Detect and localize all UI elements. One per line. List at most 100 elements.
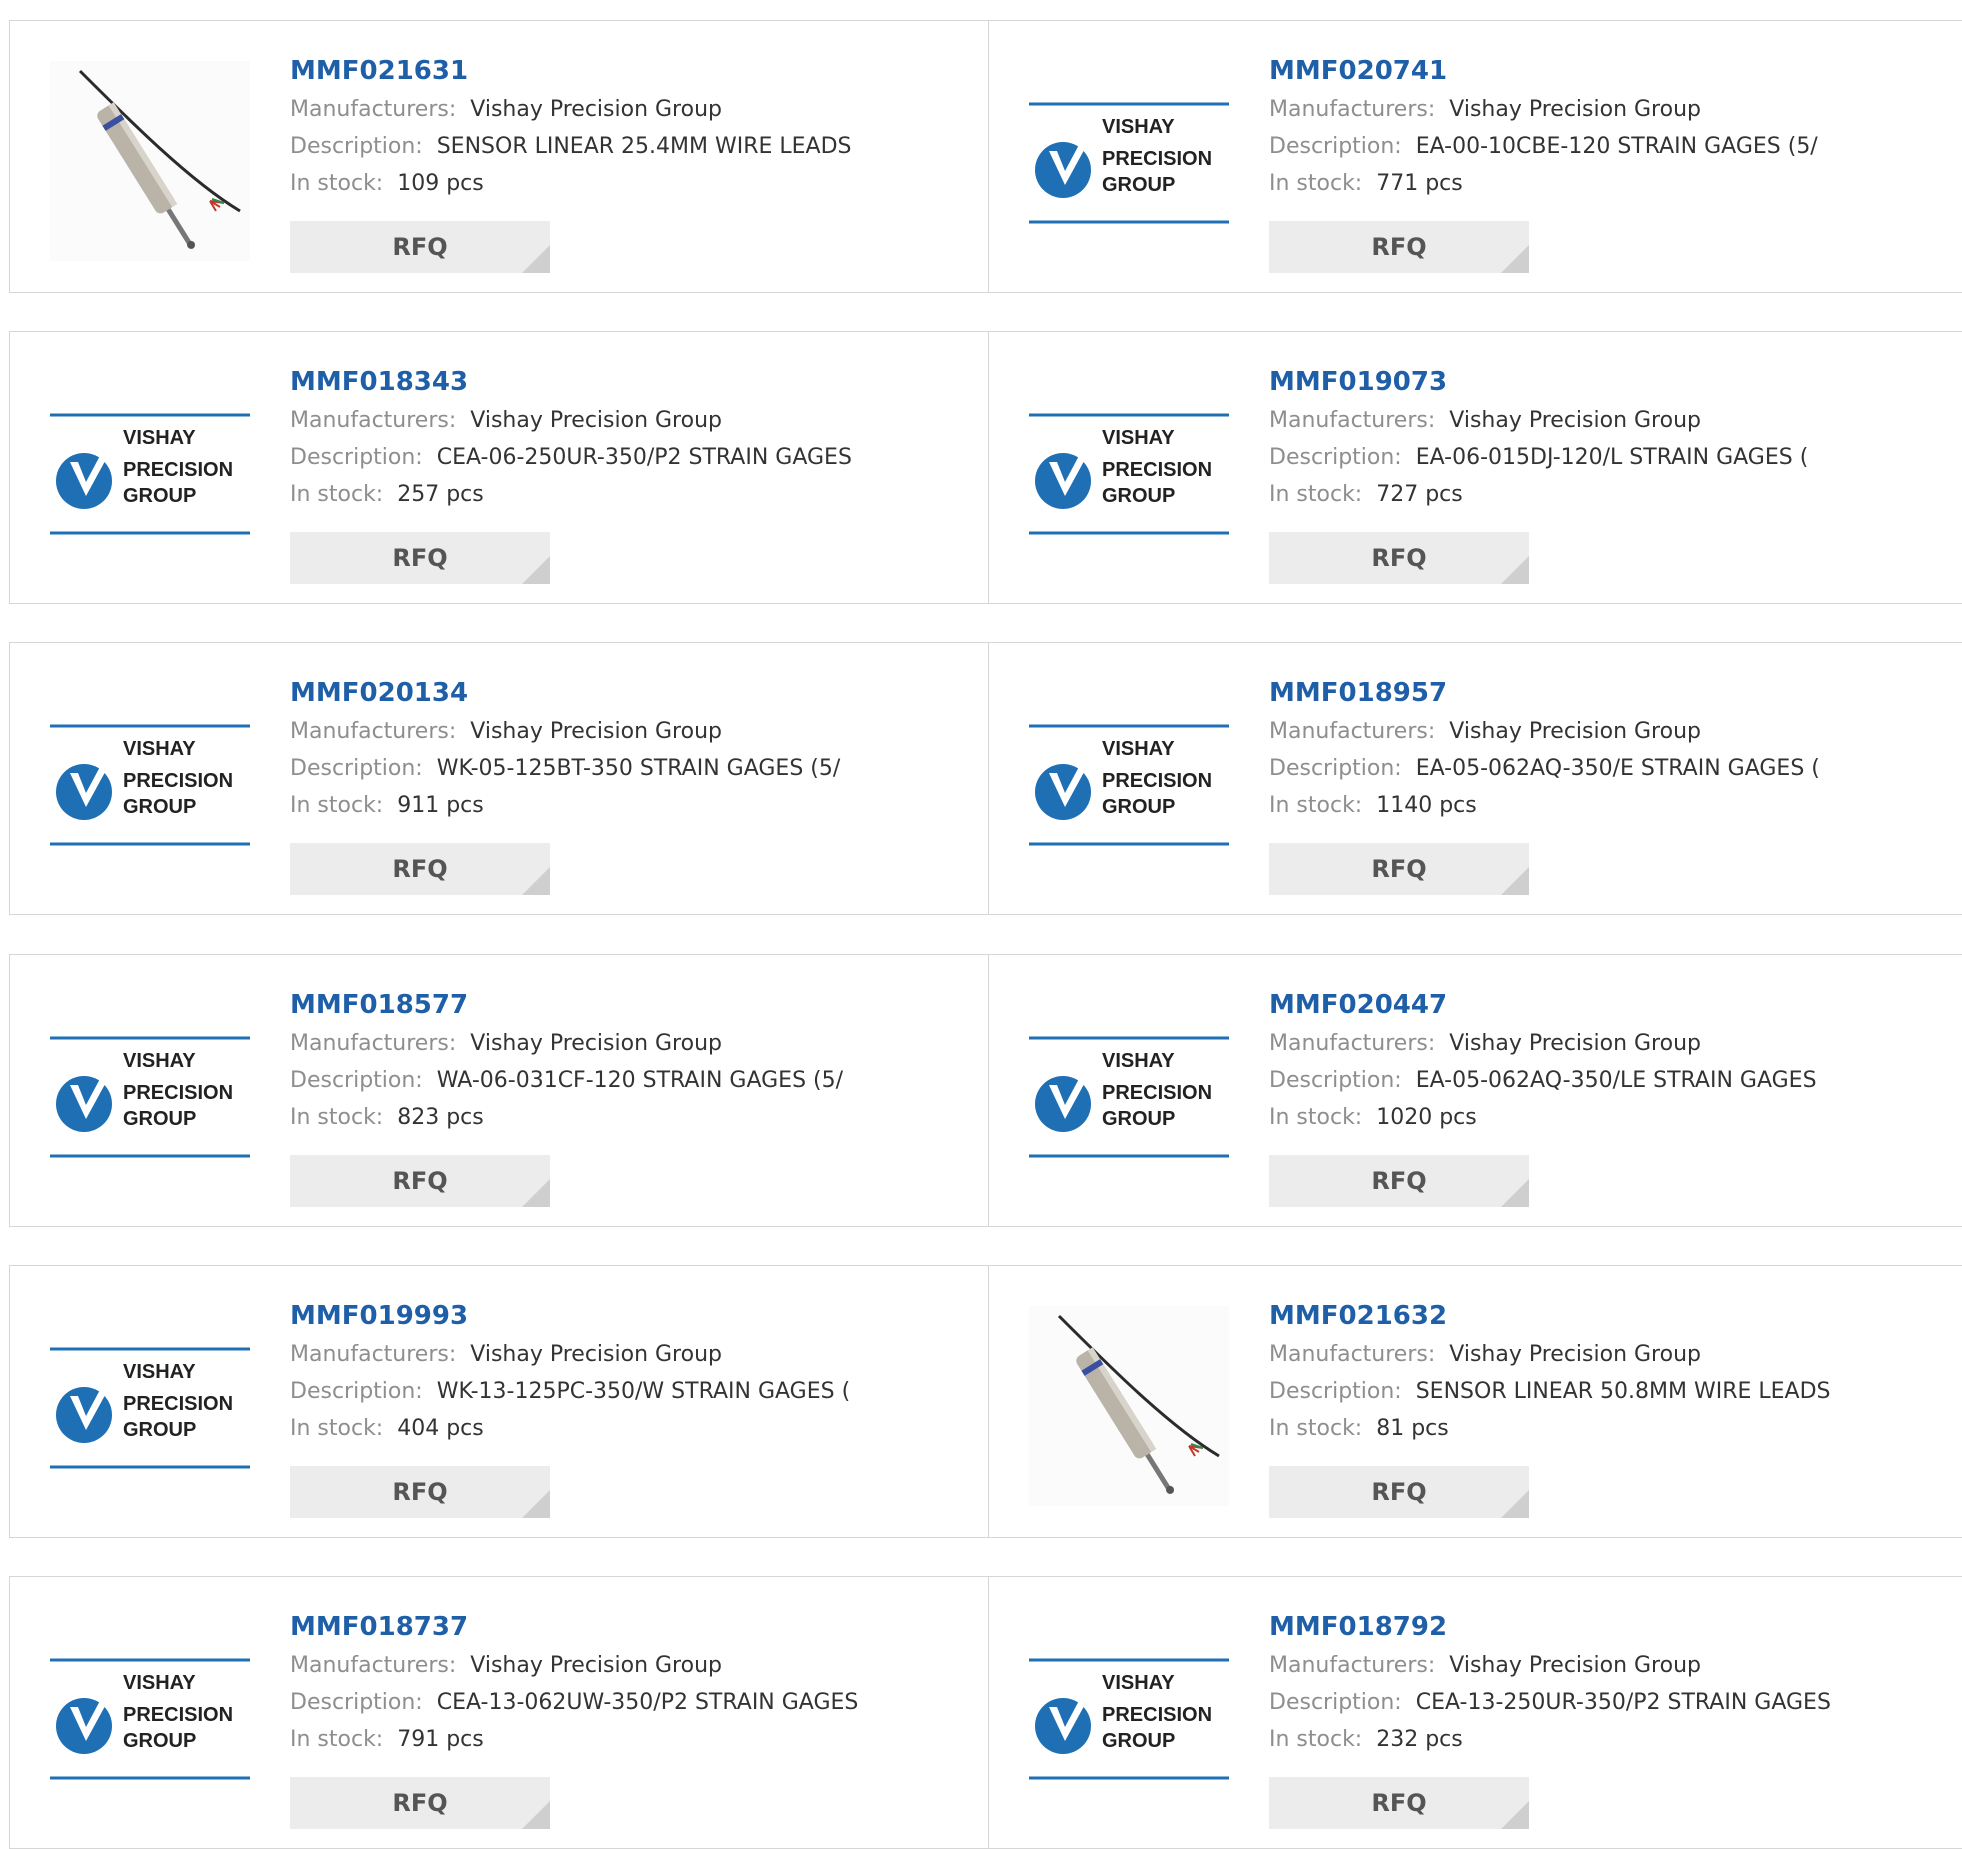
rfq-button[interactable]: RFQ — [1269, 1777, 1529, 1829]
product-card: VISHAY PRECISION GROUP MMF020741 Manufac… — [988, 21, 1962, 292]
description-value: SENSOR LINEAR 25.4MM WIRE LEADS — [436, 134, 852, 159]
vishay-logo-icon: VISHAY PRECISION GROUP — [1029, 372, 1229, 572]
part-number-link[interactable]: MMF020741 — [1269, 51, 1818, 91]
product-info: MMF020134 Manufacturers: Vishay Precisio… — [290, 673, 840, 824]
product-image[interactable] — [50, 61, 250, 261]
vishay-logo-icon: VISHAY PRECISION GROUP — [50, 683, 250, 883]
product-info: MMF018577 Manufacturers: Vishay Precisio… — [290, 985, 843, 1136]
rfq-button[interactable]: RFQ — [290, 1155, 550, 1207]
manufacturer-value: Vishay Precision Group — [470, 719, 722, 744]
rfq-button[interactable]: RFQ — [290, 1466, 550, 1518]
product-row: VISHAY PRECISION GROUP MMF018577 Manufac… — [9, 954, 1962, 1227]
product-image[interactable]: VISHAY PRECISION GROUP — [50, 683, 250, 883]
manufacturer-value: Vishay Precision Group — [470, 1031, 722, 1056]
stock-label: In stock: — [1269, 793, 1363, 818]
product-image[interactable]: VISHAY PRECISION GROUP — [1029, 61, 1229, 261]
product-image[interactable]: VISHAY PRECISION GROUP — [50, 1306, 250, 1506]
description-label: Description: — [1269, 756, 1402, 781]
description-line: Description: CEA-06-250UR-350/P2 STRAIN … — [290, 439, 852, 476]
stock-label: In stock: — [290, 1727, 384, 1752]
manufacturer-label: Manufacturers: — [1269, 408, 1436, 433]
logo-text-vishay: VISHAY — [123, 1672, 196, 1694]
part-number-link[interactable]: MMF018343 — [290, 362, 852, 402]
product-info: MMF019993 Manufacturers: Vishay Precisio… — [290, 1296, 850, 1447]
stock-line: In stock: 404 pcs — [290, 1410, 850, 1447]
part-number-link[interactable]: MMF019993 — [290, 1296, 850, 1336]
logo-text-vishay: VISHAY — [123, 427, 196, 449]
logo-text-precision: PRECISION — [1102, 1082, 1212, 1104]
stock-line: In stock: 823 pcs — [290, 1099, 843, 1136]
vishay-logo-icon: VISHAY PRECISION GROUP — [50, 1306, 250, 1506]
description-label: Description: — [290, 445, 423, 470]
corner-triangle-icon — [522, 1179, 550, 1207]
rfq-button[interactable]: RFQ — [290, 843, 550, 895]
rfq-button[interactable]: RFQ — [1269, 1155, 1529, 1207]
part-number-link[interactable]: MMF020134 — [290, 673, 840, 713]
product-image[interactable]: VISHAY PRECISION GROUP — [50, 1617, 250, 1817]
logo-text-vishay: VISHAY — [1102, 1050, 1175, 1072]
rfq-label: RFQ — [1371, 233, 1427, 261]
rfq-button[interactable]: RFQ — [290, 532, 550, 584]
part-number-link[interactable]: MMF020447 — [1269, 985, 1817, 1025]
logo-text-vishay: VISHAY — [1102, 427, 1175, 449]
description-label: Description: — [290, 1690, 423, 1715]
description-line: Description: EA-06-015DJ-120/L STRAIN GA… — [1269, 439, 1808, 476]
stock-value: 1020 pcs — [1376, 1105, 1477, 1130]
product-row: VISHAY PRECISION GROUP MMF018737 Manufac… — [9, 1576, 1962, 1849]
logo-text-group: GROUP — [1102, 1108, 1175, 1130]
product-card: VISHAY PRECISION GROUP MMF019993 Manufac… — [10, 1266, 988, 1537]
logo-text-group: GROUP — [1102, 174, 1175, 196]
manufacturer-label: Manufacturers: — [1269, 97, 1436, 122]
product-row: VISHAY PRECISION GROUP MMF019993 Manufac… — [9, 1265, 1962, 1538]
corner-triangle-icon — [522, 1490, 550, 1518]
part-number-link[interactable]: MMF019073 — [1269, 362, 1808, 402]
rfq-label: RFQ — [392, 233, 448, 261]
logo-text-precision: PRECISION — [1102, 148, 1212, 170]
product-info: MMF021632 Manufacturers: Vishay Precisio… — [1269, 1296, 1831, 1447]
product-image[interactable]: VISHAY PRECISION GROUP — [1029, 372, 1229, 572]
description-value: EA-06-015DJ-120/L STRAIN GAGES ( — [1415, 445, 1809, 470]
description-value: SENSOR LINEAR 50.8MM WIRE LEADS — [1415, 1379, 1831, 1404]
product-image[interactable]: VISHAY PRECISION GROUP — [1029, 683, 1229, 883]
rfq-button[interactable]: RFQ — [1269, 843, 1529, 895]
stock-label: In stock: — [290, 1105, 384, 1130]
rfq-button[interactable]: RFQ — [290, 221, 550, 273]
rfq-label: RFQ — [392, 544, 448, 572]
description-line: Description: WK-05-125BT-350 STRAIN GAGE… — [290, 750, 840, 787]
rfq-label: RFQ — [392, 1478, 448, 1506]
part-number-link[interactable]: MMF018957 — [1269, 673, 1820, 713]
corner-triangle-icon — [1501, 1490, 1529, 1518]
manufacturer-label: Manufacturers: — [1269, 719, 1436, 744]
product-info: MMF018737 Manufacturers: Vishay Precisio… — [290, 1607, 858, 1758]
product-info: MMF018792 Manufacturers: Vishay Precisio… — [1269, 1607, 1831, 1758]
manufacturer-label: Manufacturers: — [1269, 1031, 1436, 1056]
part-number-link[interactable]: MMF018577 — [290, 985, 843, 1025]
stock-label: In stock: — [290, 171, 384, 196]
product-card: VISHAY PRECISION GROUP MMF018957 Manufac… — [988, 643, 1962, 914]
logo-text-group: GROUP — [1102, 796, 1175, 818]
manufacturer-value: Vishay Precision Group — [1449, 1031, 1701, 1056]
part-number-link[interactable]: MMF018792 — [1269, 1607, 1831, 1647]
description-label: Description: — [290, 756, 423, 781]
logo-text-group: GROUP — [123, 485, 196, 507]
product-image[interactable]: VISHAY PRECISION GROUP — [50, 995, 250, 1195]
description-line: Description: CEA-13-250UR-350/P2 STRAIN … — [1269, 1684, 1831, 1721]
linear-sensor-photo — [1029, 1306, 1229, 1506]
logo-text-group: GROUP — [1102, 485, 1175, 507]
rfq-button[interactable]: RFQ — [1269, 1466, 1529, 1518]
rfq-button[interactable]: RFQ — [1269, 532, 1529, 584]
manufacturer-label: Manufacturers: — [1269, 1342, 1436, 1367]
stock-line: In stock: 257 pcs — [290, 476, 852, 513]
product-image[interactable]: VISHAY PRECISION GROUP — [1029, 1617, 1229, 1817]
part-number-link[interactable]: MMF018737 — [290, 1607, 858, 1647]
product-image[interactable]: VISHAY PRECISION GROUP — [50, 372, 250, 572]
stock-label: In stock: — [1269, 1416, 1363, 1441]
part-number-link[interactable]: MMF021631 — [290, 51, 852, 91]
product-image[interactable]: VISHAY PRECISION GROUP — [1029, 995, 1229, 1195]
logo-text-precision: PRECISION — [123, 770, 233, 792]
rfq-button[interactable]: RFQ — [1269, 221, 1529, 273]
rfq-button[interactable]: RFQ — [290, 1777, 550, 1829]
product-image[interactable] — [1029, 1306, 1229, 1506]
stock-value: 727 pcs — [1376, 482, 1463, 507]
part-number-link[interactable]: MMF021632 — [1269, 1296, 1831, 1336]
